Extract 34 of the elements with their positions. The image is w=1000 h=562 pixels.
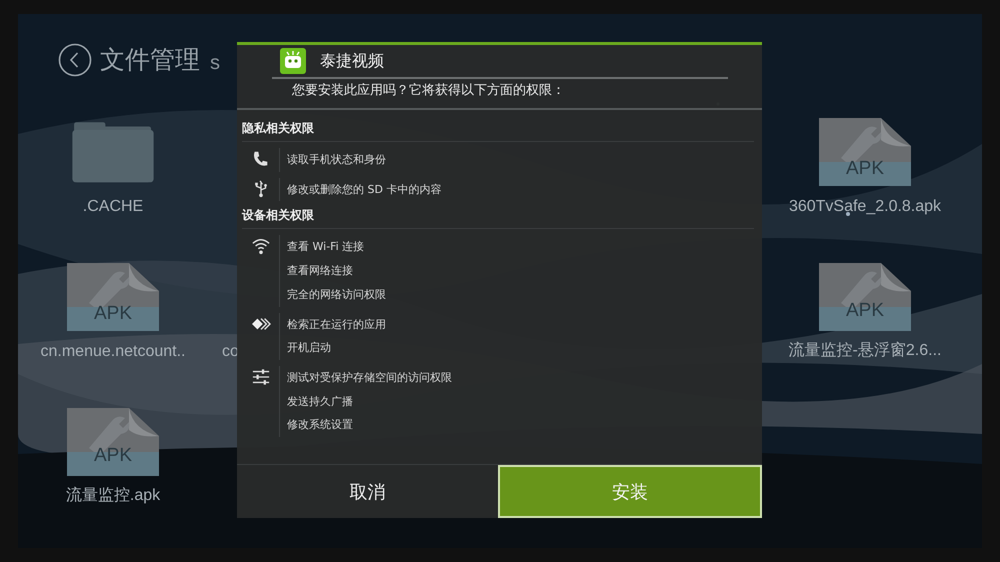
permission-text: 检索正在运行的应用	[287, 316, 386, 333]
file-type-label: APK	[94, 446, 132, 466]
permission-text: 修改系统设置	[287, 417, 354, 434]
permission-text: 查看 Wi-Fi 连接	[287, 239, 366, 256]
section-title: 隐私相关权限	[242, 120, 754, 142]
file-name[interactable]: cn.menue.netcount..	[40, 343, 186, 361]
apk-file-icon	[67, 408, 159, 476]
apk-file-icon	[819, 263, 911, 331]
file-name[interactable]: .CACHE	[82, 198, 144, 216]
robot-icon	[280, 48, 306, 74]
permission-text: 修改或删除您的 SD 卡中的内容	[287, 182, 442, 198]
section-title: 设备相关权限	[242, 207, 754, 230]
install-question: 您要安装此应用吗？它将获得以下方面的权限：	[237, 79, 762, 110]
file-name[interactable]: 360TvSafe_2.0.8.apk	[788, 198, 942, 216]
apk-file-icon	[67, 263, 159, 331]
apk-file-icon	[819, 118, 911, 186]
wifi-icon	[250, 237, 270, 256]
file-type-label: APK	[846, 159, 884, 179]
file-name[interactable]: 流量监控-悬浮窗2.6...	[788, 340, 942, 361]
permission-text: 发送持久广播	[287, 394, 354, 410]
permission-text: 开机启动	[287, 340, 332, 356]
app-name: 泰捷视频	[320, 50, 384, 72]
sliders-icon	[250, 368, 270, 386]
file-name[interactable]: 流量监控.apk	[66, 485, 160, 506]
page-title: 文件管理	[100, 44, 200, 76]
file-type-label: APK	[846, 301, 884, 321]
back-icon[interactable]	[58, 42, 92, 76]
path-label: s	[210, 52, 220, 75]
permission-text: 读取手机状态和身份	[287, 152, 386, 168]
file-type-label: APK	[94, 304, 132, 324]
permission-text: 测试对受保护存储空间的访问权限	[287, 370, 452, 386]
cancel-button[interactable]: 取消	[237, 465, 498, 518]
permission-text: 完全的网络访问权限	[287, 286, 386, 303]
permission-text: 查看网络连接	[287, 263, 354, 280]
